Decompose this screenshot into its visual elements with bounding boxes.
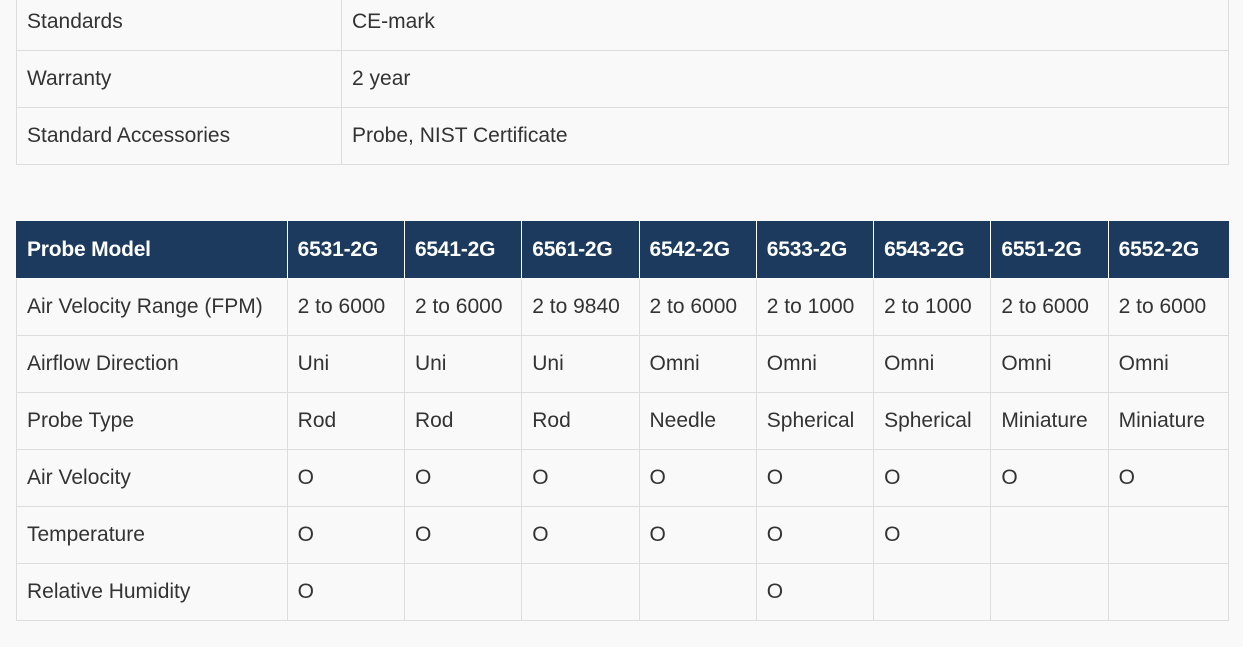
table-cell: O: [990, 449, 1109, 507]
table-cell: [403, 563, 523, 621]
table-cell: [638, 563, 757, 621]
table-cell: O: [755, 506, 875, 564]
header-probe-model: Probe Model: [16, 221, 288, 279]
table-cell: O: [755, 449, 875, 507]
table-cell: O: [1107, 449, 1230, 507]
table-cell: O: [521, 506, 640, 564]
table-cell: 2 to 6000: [638, 278, 757, 336]
table-cell: 2 to 6000: [1107, 278, 1230, 336]
table-cell: Rod: [403, 392, 523, 450]
probe-models-table: Probe Model 6531-2G 6541-2G 6561-2G 6542…: [16, 221, 1230, 621]
table-cell: Needle: [638, 392, 757, 450]
table-cell: 2 to 1000: [873, 278, 992, 336]
header-model: 6533-2G: [755, 221, 875, 279]
table-cell: O: [755, 563, 875, 621]
table-cell: Omni: [1107, 335, 1230, 393]
spec-value: Probe, NIST Certificate: [341, 107, 1229, 165]
table-cell: Omni: [638, 335, 757, 393]
header-model: 6552-2G: [1107, 221, 1230, 279]
table-cell: O: [286, 506, 405, 564]
table-cell: [990, 563, 1109, 621]
table-cell: O: [403, 506, 523, 564]
table-cell: O: [286, 563, 405, 621]
table-row: Air Velocity O O O O O O O O: [16, 449, 1230, 507]
header-model: 6542-2G: [638, 221, 757, 279]
table-row: Temperature O O O O O O: [16, 506, 1230, 564]
spec-label: Warranty: [16, 50, 342, 108]
row-label: Air Velocity: [16, 449, 288, 507]
table-cell: 2 to 9840: [521, 278, 640, 336]
table-cell: [1107, 563, 1230, 621]
table-cell: O: [521, 449, 640, 507]
row-label: Probe Type: [16, 392, 288, 450]
table-cell: O: [873, 506, 992, 564]
header-model: 6551-2G: [990, 221, 1109, 279]
table-cell: O: [286, 449, 405, 507]
spec-label: Standards: [16, 0, 342, 51]
spec-value: 2 year: [341, 50, 1229, 108]
spec-value: CE-mark: [341, 0, 1229, 51]
header-model: 6561-2G: [521, 221, 640, 279]
table-cell: Uni: [521, 335, 640, 393]
spec-row: Standards CE-mark: [16, 0, 1229, 51]
table-cell: O: [873, 449, 992, 507]
table-cell: Omni: [990, 335, 1109, 393]
spec-row: Standard Accessories Probe, NIST Certifi…: [16, 107, 1229, 165]
table-cell: 2 to 6000: [403, 278, 523, 336]
header-model: 6543-2G: [873, 221, 992, 279]
table-cell: Rod: [521, 392, 640, 450]
table-cell: Miniature: [1107, 392, 1230, 450]
table-cell: [873, 563, 992, 621]
table-row: Relative Humidity O O: [16, 563, 1230, 621]
table-cell: O: [638, 449, 757, 507]
header-model: 6541-2G: [403, 221, 523, 279]
table-row: Airflow Direction Uni Uni Uni Omni Omni Omni Om…: [16, 335, 1230, 393]
specs-table: Standards CE-mark Warranty 2 year Standa…: [16, 0, 1229, 165]
table-cell: 2 to 1000: [755, 278, 875, 336]
table-cell: Spherical: [873, 392, 992, 450]
table-cell: O: [403, 449, 523, 507]
table-header-row: Probe Model 6531-2G 6541-2G 6561-2G 6542…: [16, 221, 1230, 279]
table-cell: [990, 506, 1109, 564]
row-label: Relative Humidity: [16, 563, 288, 621]
table-cell: Spherical: [755, 392, 875, 450]
table-cell: 2 to 6000: [286, 278, 405, 336]
table-cell: Omni: [755, 335, 875, 393]
table-cell: [1107, 506, 1230, 564]
table-cell: Miniature: [990, 392, 1109, 450]
table-cell: Rod: [286, 392, 405, 450]
row-label: Air Velocity Range (FPM): [16, 278, 288, 336]
spec-row: Warranty 2 year: [16, 50, 1229, 108]
table-cell: 2 to 6000: [990, 278, 1109, 336]
row-label: Temperature: [16, 506, 288, 564]
table-row: Probe Type Rod Rod Rod Needle Spherical Spheri…: [16, 392, 1230, 450]
table-cell: Omni: [873, 335, 992, 393]
table-cell: Uni: [286, 335, 405, 393]
table-cell: O: [638, 506, 757, 564]
table-row: Air Velocity Range (FPM) 2 to 6000 2 to 60…: [16, 278, 1230, 336]
header-model: 6531-2G: [286, 221, 405, 279]
table-cell: [521, 563, 640, 621]
spec-label: Standard Accessories: [16, 107, 342, 165]
row-label: Airflow Direction: [16, 335, 288, 393]
table-cell: Uni: [403, 335, 523, 393]
